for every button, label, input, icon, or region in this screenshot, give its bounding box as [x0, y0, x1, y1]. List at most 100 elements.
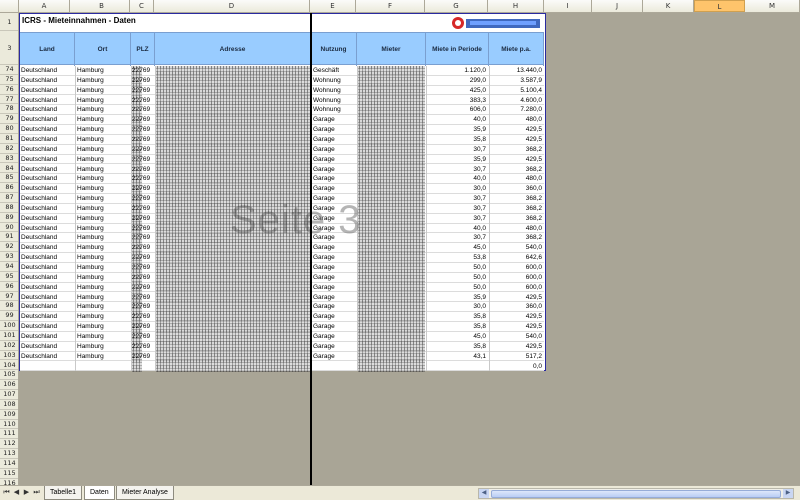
cell-ort[interactable]: Hamburg [76, 125, 128, 135]
row-header[interactable]: 91 [0, 232, 18, 243]
cell-mpa[interactable]: 600,0 [489, 283, 543, 293]
cell-mpa[interactable]: 360,0 [489, 184, 543, 194]
cell-ort[interactable]: Hamburg [76, 283, 128, 293]
cell-mp[interactable]: 35,8 [426, 342, 487, 352]
cell-land[interactable]: Deutschland [20, 155, 75, 165]
cell-mp[interactable]: 35,8 [426, 322, 487, 332]
cell-land[interactable]: Deutschland [20, 165, 75, 175]
sheet-tab-2[interactable]: Mieter Analyse [116, 486, 174, 500]
cell-mp[interactable]: 30,7 [426, 145, 487, 155]
row-header[interactable]: 80 [0, 124, 18, 134]
cell-mp[interactable]: 35,9 [426, 155, 487, 165]
cell-land[interactable]: Deutschland [20, 243, 75, 253]
cell-nutzung[interactable]: Garage [312, 135, 357, 145]
cell-ort[interactable]: Hamburg [76, 263, 128, 273]
cell-mp[interactable]: 30,7 [426, 204, 487, 214]
row-header[interactable]: 105 [0, 370, 18, 381]
cell-land[interactable]: Deutschland [20, 76, 75, 86]
cell-ort[interactable]: Hamburg [76, 302, 128, 312]
row-header[interactable]: 81 [0, 134, 18, 144]
cell-mpa[interactable]: 368,2 [489, 233, 543, 243]
row-header[interactable]: 104 [0, 361, 18, 371]
cell-nutzung[interactable]: Geschäft [312, 66, 357, 76]
cell-ort[interactable]: Hamburg [76, 115, 128, 125]
column-title-1[interactable]: Ort [75, 33, 131, 66]
row-header[interactable]: 83 [0, 154, 18, 164]
column-header-e[interactable]: E [310, 0, 356, 12]
cell-ort[interactable]: Hamburg [76, 312, 128, 322]
row-header[interactable]: 106 [0, 380, 18, 391]
cell-nutzung[interactable]: Garage [312, 243, 357, 253]
cell-nutzung[interactable]: Garage [312, 145, 357, 155]
column-header-l[interactable]: L [694, 0, 745, 12]
cell-nutzung[interactable]: Wohnung [312, 86, 357, 96]
cell-mp[interactable]: 50,0 [426, 283, 487, 293]
row-header[interactable]: 3 [0, 31, 18, 65]
cell-mp[interactable]: 40,0 [426, 174, 487, 184]
cell-mp[interactable]: 45,0 [426, 332, 487, 342]
row-header[interactable]: 89 [0, 213, 18, 223]
cell-land[interactable]: Deutschland [20, 224, 75, 234]
cell-nutzung[interactable]: Garage [312, 174, 357, 184]
cell-ort[interactable]: Hamburg [76, 214, 128, 224]
column-header-m[interactable]: M [745, 0, 800, 12]
row-header[interactable]: 110 [0, 420, 18, 430]
cell-land[interactable]: Deutschland [20, 293, 75, 303]
cell-land[interactable]: Deutschland [20, 66, 75, 76]
cell-mp[interactable]: 43,1 [426, 352, 487, 362]
cell-mpa[interactable]: 642,6 [489, 253, 543, 263]
cell-ort[interactable]: Hamburg [76, 332, 128, 342]
cell-land[interactable]: Deutschland [20, 194, 75, 204]
cell-mp[interactable]: 35,9 [426, 125, 487, 135]
cell-mpa[interactable]: 517,2 [489, 352, 543, 362]
column-header-h[interactable]: H [488, 0, 544, 12]
cell-ort[interactable]: Hamburg [76, 194, 128, 204]
cell-mpa[interactable]: 368,2 [489, 204, 543, 214]
cell-nutzung[interactable]: Garage [312, 302, 357, 312]
row-header[interactable]: 92 [0, 242, 18, 253]
row-header[interactable]: 99 [0, 311, 18, 322]
cell-mpa[interactable]: 13.440,0 [489, 66, 543, 76]
cell-ort[interactable]: Hamburg [76, 243, 128, 253]
cell-mpa[interactable]: 360,0 [489, 302, 543, 312]
cell-mp[interactable]: 30,7 [426, 165, 487, 175]
row-header[interactable]: 108 [0, 400, 18, 410]
row-header[interactable]: 77 [0, 95, 18, 105]
cell-nutzung[interactable]: Wohnung [312, 96, 357, 106]
column-header-f[interactable]: F [356, 0, 425, 12]
cell-mpa[interactable]: 600,0 [489, 263, 543, 273]
cell-mp[interactable]: 30,7 [426, 194, 487, 204]
cell-ort[interactable]: Hamburg [76, 352, 128, 362]
cell-mp[interactable]: 299,0 [426, 76, 487, 86]
cell-ort[interactable]: Hamburg [76, 233, 128, 243]
cell-mp[interactable]: 53,8 [426, 253, 487, 263]
cell-ort[interactable]: Hamburg [76, 66, 128, 76]
cell-ort[interactable]: Hamburg [76, 105, 128, 115]
column-title-7[interactable]: Miete p.a. [489, 33, 544, 66]
cell-ort[interactable]: Hamburg [76, 224, 128, 234]
column-title-6[interactable]: Miete in Periode [426, 33, 489, 66]
row-header[interactable]: 96 [0, 282, 18, 292]
cell-nutzung[interactable]: Wohnung [312, 105, 357, 115]
cell-mpa[interactable]: 429,5 [489, 125, 543, 135]
cell-mp[interactable]: 50,0 [426, 273, 487, 283]
cell-nutzung[interactable]: Garage [312, 312, 357, 322]
cell-nutzung[interactable]: Garage [312, 165, 357, 175]
row-header[interactable]: 88 [0, 203, 18, 213]
row-header[interactable]: 112 [0, 439, 18, 450]
cell-mp[interactable]: 606,0 [426, 105, 487, 115]
cell-ort[interactable]: Hamburg [76, 253, 128, 263]
row-header[interactable]: 102 [0, 341, 18, 351]
cell-ort[interactable]: Hamburg [76, 165, 128, 175]
row-header[interactable]: 95 [0, 272, 18, 282]
cell-mp[interactable]: 50,0 [426, 263, 487, 273]
row-header[interactable]: 100 [0, 321, 18, 331]
select-all-corner[interactable] [0, 0, 19, 12]
cell-mp[interactable]: 35,9 [426, 293, 487, 303]
column-header-k[interactable]: K [643, 0, 694, 12]
cell-mp[interactable]: 30,7 [426, 233, 487, 243]
cell-mp[interactable]: 30,0 [426, 302, 487, 312]
cell-mp[interactable]: 1.120,0 [426, 66, 487, 76]
cell-mpa[interactable]: 480,0 [489, 224, 543, 234]
cell-land[interactable]: Deutschland [20, 214, 75, 224]
